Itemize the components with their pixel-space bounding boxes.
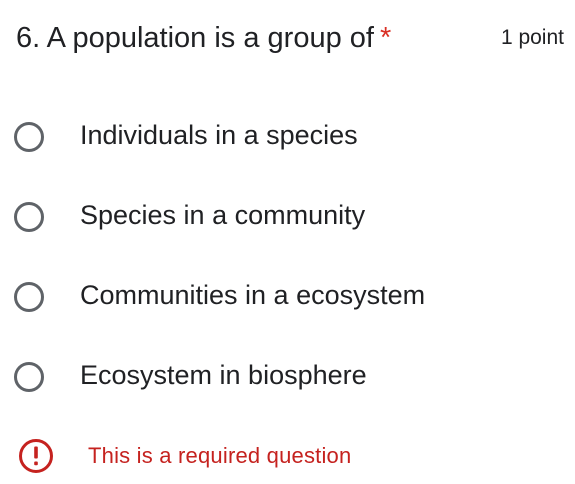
radio-button-icon[interactable] bbox=[14, 122, 44, 152]
required-asterisk: * bbox=[379, 22, 392, 54]
question-header: 6. A population is a group of * 1 point bbox=[16, 16, 564, 60]
radio-option-label[interactable]: Species in a community bbox=[80, 190, 365, 240]
radio-button-icon[interactable] bbox=[14, 362, 44, 392]
radio-option[interactable]: Communities in a ecosystem bbox=[14, 270, 554, 350]
radio-button-icon[interactable] bbox=[14, 202, 44, 232]
question-title: 6. A population is a group of * bbox=[16, 16, 391, 60]
radio-option[interactable]: Species in a community bbox=[14, 190, 554, 270]
question-card: 6. A population is a group of * 1 point I… bbox=[0, 0, 575, 484]
radio-option[interactable]: Ecosystem in biosphere bbox=[14, 350, 554, 430]
radio-option-label[interactable]: Communities in a ecosystem bbox=[80, 270, 425, 320]
points-label: 1 point bbox=[500, 26, 564, 49]
radio-button-icon[interactable] bbox=[14, 282, 44, 312]
radio-option-label[interactable]: Individuals in a species bbox=[80, 110, 358, 160]
exclamation-circle-icon bbox=[19, 439, 53, 473]
required-error: This is a required question bbox=[18, 436, 351, 476]
error-message: This is a required question bbox=[88, 443, 352, 468]
radio-option-label[interactable]: Ecosystem in biosphere bbox=[80, 350, 367, 400]
radio-group: Individuals in a species Species in a co… bbox=[14, 110, 554, 430]
question-title-text: 6. A population is a group of bbox=[16, 22, 374, 54]
radio-option[interactable]: Individuals in a species bbox=[14, 110, 554, 190]
